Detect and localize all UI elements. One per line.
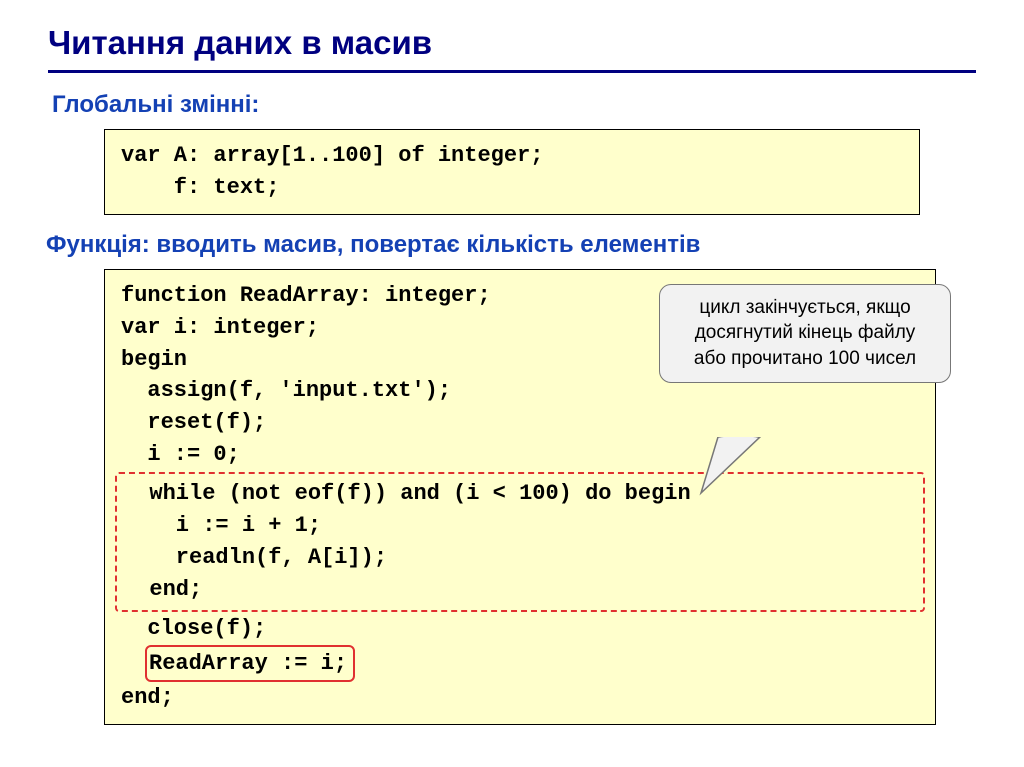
callout-line: або прочитано 100 чисел [672,346,938,372]
code-line: close(f); [121,613,919,645]
code-function: цикл закінчується, якщо досягнутий кінец… [104,269,936,726]
code-line-return-wrapper: ReadArray := i; [121,645,919,683]
code-line: end; [121,682,919,714]
subhead-globals: Глобальні змінні: [52,91,984,119]
code-line: ReadArray := i; [149,651,347,676]
subhead-function: Функція: вводить масив, повертає кількіс… [46,231,984,259]
code-line: var A: array[1..100] of integer; [121,140,903,172]
code-highlight-loop: while (not eof(f)) and (i < 100) do begi… [115,472,925,612]
code-line: reset(f); [121,407,919,439]
callout-note: цикл закінчується, якщо досягнутий кінец… [659,284,951,383]
code-line: end; [123,574,917,606]
code-line: while (not eof(f)) and (i < 100) do begi… [123,478,917,510]
code-highlight-return: ReadArray := i; [145,645,355,683]
page-title: Читання даних в масив [48,24,984,62]
callout-line: цикл закінчується, якщо [672,295,938,321]
code-globals: var A: array[1..100] of integer; f: text… [104,129,920,215]
code-line: i := i + 1; [123,510,917,542]
slide: Читання даних в масив Глобальні змінні: … [0,0,1024,767]
title-underline [48,70,976,73]
callout-line: досягнутий кінець файлу [672,320,938,346]
code-line: i := 0; [121,439,919,471]
code-line: f: text; [121,172,903,204]
code-line: readln(f, A[i]); [123,542,917,574]
